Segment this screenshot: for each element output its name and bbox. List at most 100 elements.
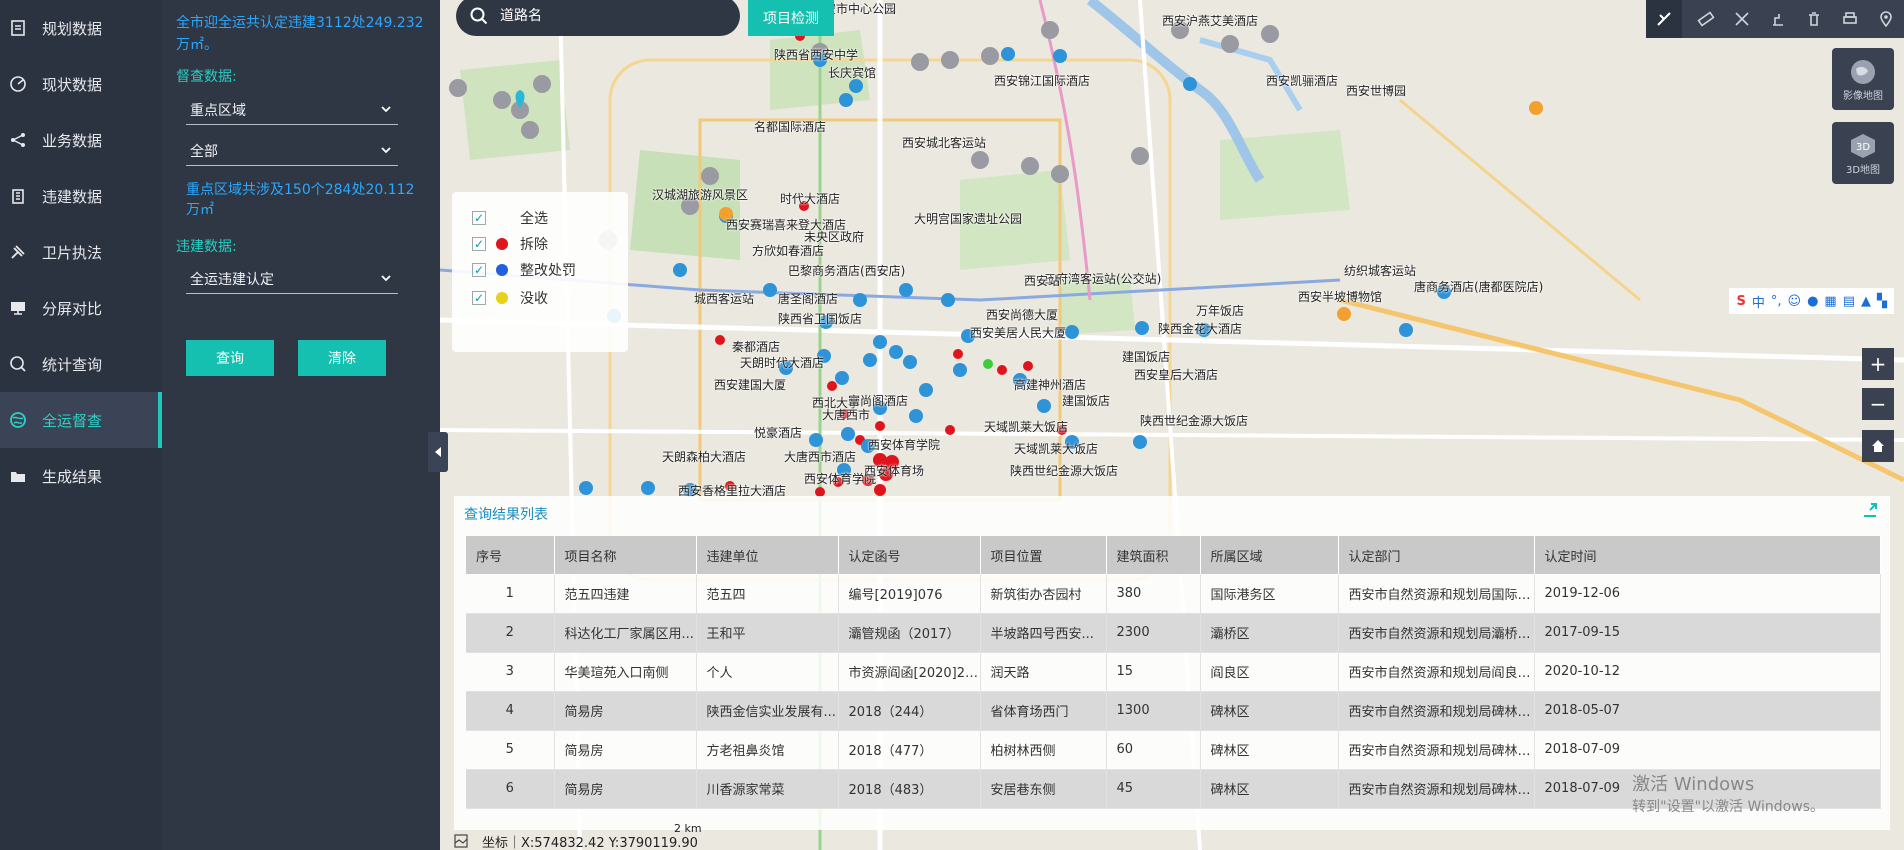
map-poi-label[interactable]: 西安站	[1024, 272, 1060, 289]
project-detect-button[interactable]: 项目检测	[748, 0, 834, 36]
map-poi-label[interactable]: 建国饭店	[1062, 392, 1110, 409]
nav-item-4[interactable]: 卫片执法	[0, 224, 162, 280]
nav-item-3[interactable]: 违建数据	[0, 168, 162, 224]
map-poi-label[interactable]: 陕西世纪金源大饭店	[1140, 412, 1248, 429]
column-header[interactable]: 认定时间	[1534, 536, 1881, 574]
map-poi-label[interactable]: 西安建国大厦	[714, 376, 786, 393]
map-poi-label[interactable]: 西安尚德大厦	[986, 306, 1058, 323]
map-poi-label[interactable]: 陕西世纪金源大饭店	[1010, 462, 1118, 479]
nav-item-5[interactable]: 分屏对比	[0, 280, 162, 336]
legend-row[interactable]: ✓ 拆除	[472, 234, 548, 254]
zoom-in-button[interactable]: +	[1862, 348, 1894, 380]
ime-toolbar[interactable]: S 中 °, ☺ ● ▦ ▤ ▲ ▚	[1729, 288, 1894, 314]
map-poi-label[interactable]: 唐圣阁酒店	[778, 290, 838, 307]
legend-color-dot	[496, 292, 508, 304]
map-poi-label[interactable]: 长庆宾馆	[828, 64, 876, 81]
area-measure-icon[interactable]	[1724, 0, 1760, 38]
column-header[interactable]: 认定部门	[1338, 536, 1535, 574]
column-header[interactable]: 序号	[466, 536, 555, 574]
table-row[interactable]: 1 范五四违建 范五四 编号[2019]076 新筑街办杏园村 380 国际港务区 西安市自然…	[466, 574, 1881, 614]
checkbox-checked-icon[interactable]: ✓	[472, 211, 486, 225]
map-poi-label[interactable]: 唐商务酒店(唐都医院店)	[1414, 278, 1543, 295]
column-header[interactable]: 违建单位	[696, 536, 839, 574]
column-header[interactable]: 所属区域	[1200, 536, 1339, 574]
table-row[interactable]: 2 科达化工厂家属区用... 王和平 灞管规函（2017） 半坡路四号西安... 2300…	[466, 613, 1881, 653]
map-poi-label[interactable]: 西安城北客运站	[902, 134, 986, 151]
table-row[interactable]: 4 简易房 陕西金信实业发展有... 2018（244） 省体育场西门 1300 碑林区 西安…	[466, 691, 1881, 731]
nav-item-8[interactable]: 生成结果	[0, 448, 162, 504]
map-poi-label[interactable]: 城西客运站	[694, 290, 754, 307]
map-poi-label[interactable]: 西安沪燕艾美酒店	[1162, 12, 1258, 29]
map-poi-label[interactable]: 建国饭店	[1122, 348, 1170, 365]
trash-icon[interactable]	[1796, 0, 1832, 38]
checkbox-checked-icon[interactable]: ✓	[472, 263, 486, 277]
legend-row[interactable]: ✓ 整改处罚	[472, 260, 576, 280]
map-poi-label[interactable]: 汉城湖旅游风景区	[652, 186, 748, 203]
query-button[interactable]: 查询	[186, 340, 274, 376]
print-icon[interactable]	[1832, 0, 1868, 38]
nav-item-6[interactable]: 统计查询	[0, 336, 162, 392]
legend-row[interactable]: ✓ 全选	[472, 208, 548, 228]
table-cell: 灞管规函（2017）	[838, 613, 981, 653]
image-map-button[interactable]: 影像地图	[1832, 48, 1894, 110]
zoom-out-button[interactable]: −	[1862, 388, 1894, 420]
shovel-icon[interactable]	[1760, 0, 1796, 38]
map-poi-label[interactable]: 西安美居人民大厦	[970, 324, 1066, 341]
nav-item-2[interactable]: 业务数据	[0, 112, 162, 168]
expand-icon[interactable]	[1862, 502, 1878, 522]
nav-item-7[interactable]: 全运督查	[0, 392, 162, 448]
map-poi-label[interactable]: 西安世博园	[1346, 82, 1406, 99]
map-poi-label[interactable]: 西安皇后大酒店	[1134, 366, 1218, 383]
ruler-icon[interactable]	[1688, 0, 1724, 38]
map-poi-label[interactable]: 天域凯莱大饭店	[984, 418, 1068, 435]
checkbox-checked-icon[interactable]: ✓	[472, 237, 486, 251]
map-poi-label[interactable]: 陕西省卫国饭店	[778, 310, 862, 327]
clear-button[interactable]: 清除	[298, 340, 386, 376]
map-poi-label[interactable]: 万年饭店	[1196, 302, 1244, 319]
collapse-panel-button[interactable]	[428, 432, 448, 472]
nav-item-1[interactable]: 现状数据	[0, 56, 162, 112]
map-poi-label[interactable]: 西安体育场	[864, 462, 924, 479]
violation-select[interactable]: 全运违建认定	[186, 264, 398, 294]
map-poi-label[interactable]: 西安凯骊酒店	[1266, 72, 1338, 89]
checkbox-checked-icon[interactable]: ✓	[472, 291, 486, 305]
map-poi-label[interactable]: 西安半坡博物馆	[1298, 288, 1382, 305]
location-pin-icon[interactable]	[1868, 0, 1904, 38]
map-poi-label[interactable]: 天朗森柏大酒店	[662, 448, 746, 465]
globe-icon	[8, 410, 28, 430]
map-poi-label[interactable]: 天域凯莱大饭店	[1014, 440, 1098, 457]
map-poi-label[interactable]: 大唐西市酒店	[784, 448, 856, 465]
map-poi-label[interactable]: 陕西省西安中学	[774, 46, 858, 63]
scope-select[interactable]: 全部	[186, 136, 398, 166]
map-poi-label[interactable]: 西安体育学院	[868, 436, 940, 453]
region-select[interactable]: 重点区域	[186, 95, 398, 125]
map-poi-label[interactable]: 大唐西市	[822, 406, 870, 423]
map-poi-label[interactable]: 巴黎商务酒店(西安店)	[788, 262, 905, 279]
map-poi-label[interactable]: 悦豪酒店	[754, 424, 802, 441]
map-poi-label[interactable]: 时代大酒店	[780, 190, 840, 207]
table-row[interactable]: 3 华美瑄苑入口南侧 个人 市资源阎函[2020]23... 润天路 15 阎良区 西安市自然…	[466, 652, 1881, 692]
map-poi-label[interactable]: 高建神州酒店	[1014, 376, 1086, 393]
nav-item-0[interactable]: 规划数据	[0, 0, 162, 56]
satellite-tool-icon[interactable]	[1646, 0, 1682, 38]
column-header[interactable]: 建筑面积	[1106, 536, 1201, 574]
map-poi-label[interactable]: 名都国际酒店	[754, 118, 826, 135]
column-header[interactable]: 项目名称	[554, 536, 697, 574]
map-poi-label[interactable]: 纺织城客运站	[1344, 262, 1416, 279]
home-button[interactable]	[1862, 430, 1894, 462]
map-poi-label[interactable]: 三府湾客运站(公交站)	[1044, 270, 1161, 287]
legend-row[interactable]: ✓ 没收	[472, 288, 548, 308]
map-poi-label[interactable]: 方欣如春酒店	[752, 242, 824, 259]
map-poi-label[interactable]: 西安锦江国际酒店	[994, 72, 1090, 89]
map-poi-label[interactable]: 大明宫国家遗址公园	[914, 210, 1022, 227]
search-input[interactable]	[500, 8, 720, 24]
table-row[interactable]: 5 简易房 方老祖鼻炎馆 2018（477） 柏树林西侧 60 碑林区 西安市自然资源和规划局…	[466, 730, 1881, 770]
map-poi-label[interactable]: 陕西金花大酒店	[1158, 320, 1242, 337]
map-poi-label[interactable]: 天朗时代大酒店	[740, 354, 824, 371]
3d-map-button[interactable]: 3D 3D地图	[1832, 122, 1894, 184]
column-header[interactable]: 认定函号	[838, 536, 981, 574]
map-poi-label[interactable]: 秦都酒店	[732, 338, 780, 355]
search-bar[interactable]	[456, 0, 740, 36]
column-header[interactable]: 项目位置	[980, 536, 1107, 574]
building-icon	[8, 186, 28, 206]
